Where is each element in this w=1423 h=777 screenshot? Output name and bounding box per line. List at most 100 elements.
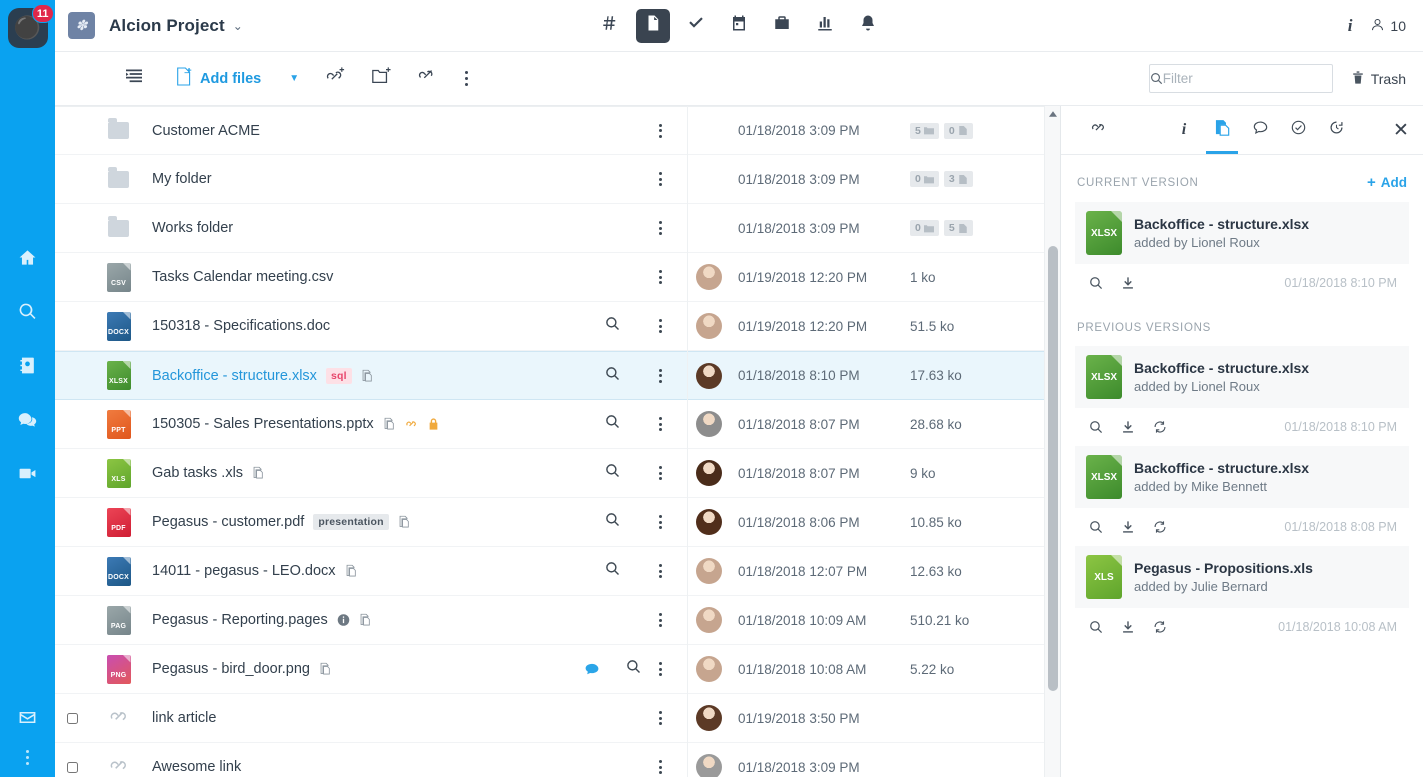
row-more-icon[interactable]	[658, 760, 662, 774]
row-more-icon[interactable]	[658, 172, 662, 186]
row-menu-cell[interactable]	[640, 760, 680, 774]
comment-icon[interactable]	[584, 662, 600, 677]
trash-button[interactable]: Trash	[1351, 70, 1406, 88]
tab-approvals[interactable]	[1279, 106, 1317, 154]
avatar[interactable]	[696, 460, 722, 486]
sidebar-item-video[interactable]	[0, 449, 55, 503]
tab-briefcase[interactable]	[765, 9, 799, 43]
avatar[interactable]	[696, 754, 722, 777]
row-name-cell[interactable]: Backoffice - structure.xlsx sql	[147, 367, 585, 384]
table-row[interactable]: link article 01/19/2018 3:50 PM	[55, 694, 1060, 743]
table-row[interactable]: PDF Pegasus - customer.pdf presentation 01/…	[55, 498, 1060, 547]
avatar[interactable]	[696, 558, 722, 584]
row-name-cell[interactable]: 150318 - Specifications.doc	[147, 318, 585, 334]
avatar[interactable]	[696, 313, 722, 339]
add-folder-button[interactable]	[371, 66, 391, 91]
preview-search-icon[interactable]	[605, 512, 620, 532]
members-count[interactable]: 10	[1370, 17, 1406, 35]
row-more-icon[interactable]	[658, 564, 662, 578]
file-tag[interactable]: sql	[325, 367, 352, 384]
row-name-cell[interactable]: 14011 - pegasus - LEO.docx	[147, 563, 585, 579]
file-name[interactable]: Customer ACME	[152, 123, 260, 139]
preview-search-icon[interactable]	[605, 316, 620, 336]
row-more-icon[interactable]	[658, 662, 662, 676]
file-name[interactable]: Pegasus - bird_door.png	[152, 661, 310, 677]
copy-icon[interactable]	[345, 564, 358, 578]
table-row[interactable]: Works folder 01/18/2018 3:09 PM 0 5	[55, 204, 1060, 253]
file-name[interactable]: Awesome link	[152, 759, 241, 775]
version-card[interactable]: XLS Pegasus - Propositions.xls added by Ju…	[1075, 546, 1409, 646]
row-preview-cell[interactable]	[585, 414, 640, 434]
sidebar-item-chat[interactable]	[0, 395, 55, 449]
row-menu-cell[interactable]	[640, 711, 680, 725]
sidebar-item-search[interactable]	[0, 287, 55, 341]
row-menu-cell[interactable]	[640, 172, 680, 186]
row-more-icon[interactable]	[658, 221, 662, 235]
scrollbar-thumb[interactable]	[1048, 246, 1058, 691]
close-panel-button[interactable]: ✕	[1379, 106, 1423, 154]
table-row[interactable]: Awesome link 01/18/2018 3:09 PM	[55, 743, 1060, 777]
table-row[interactable]: CSV Tasks Calendar meeting.csv 01/19/2018 …	[55, 253, 1060, 302]
row-menu-cell[interactable]	[640, 564, 680, 578]
scroll-up-arrow[interactable]	[1045, 106, 1060, 122]
row-name-cell[interactable]: Pegasus - bird_door.png	[147, 661, 585, 677]
info-icon[interactable]	[337, 613, 350, 627]
table-row[interactable]: XLSX Backoffice - structure.xlsx sql 01/18/…	[55, 351, 1060, 400]
app-logo[interactable]: ⚫ 11	[7, 4, 54, 48]
tab-notifications[interactable]	[851, 9, 885, 43]
avatar[interactable]	[696, 705, 722, 731]
file-name[interactable]: Works folder	[152, 220, 233, 236]
add-files-button[interactable]: Add files	[176, 66, 261, 91]
sidebar-item-mail[interactable]	[0, 696, 55, 744]
row-menu-cell[interactable]	[640, 319, 680, 333]
row-more-icon[interactable]	[658, 515, 662, 529]
row-menu-cell[interactable]	[640, 515, 680, 529]
table-row[interactable]: Customer ACME 01/18/2018 3:09 PM 5 0	[55, 106, 1060, 155]
project-avatar[interactable]: ✽	[68, 12, 95, 39]
table-row[interactable]: PAG Pegasus - Reporting.pages 01/18/2018 1…	[55, 596, 1060, 645]
avatar[interactable]	[696, 362, 722, 389]
file-name[interactable]: Backoffice - structure.xlsx	[152, 368, 317, 384]
file-name[interactable]: 150305 - Sales Presentations.pptx	[152, 416, 374, 432]
row-preview-cell[interactable]	[585, 561, 640, 581]
info-icon[interactable]: i	[1348, 16, 1353, 36]
add-files-dropdown-caret[interactable]: ▼	[289, 73, 299, 84]
restore-icon[interactable]	[1153, 620, 1167, 634]
sidebar-item-home[interactable]	[0, 233, 55, 287]
copy-icon[interactable]	[319, 662, 332, 676]
row-more-icon[interactable]	[658, 270, 662, 284]
row-more-icon[interactable]	[658, 711, 662, 725]
table-row[interactable]: My folder 01/18/2018 3:09 PM 0 3	[55, 155, 1060, 204]
version-card[interactable]: XLSX Backoffice - structure.xlsx added by …	[1075, 346, 1409, 446]
row-menu-cell[interactable]	[640, 368, 680, 383]
avatar[interactable]	[696, 607, 722, 633]
row-more-icon[interactable]	[658, 417, 662, 431]
file-name[interactable]: Pegasus - Reporting.pages	[152, 612, 328, 628]
version-card[interactable]: XLSX Backoffice - structure.xlsx added by …	[1075, 202, 1409, 302]
chevron-down-icon[interactable]: ⌄	[233, 19, 243, 33]
download-icon[interactable]	[1121, 420, 1135, 434]
list-view-button[interactable]	[125, 68, 143, 89]
file-name[interactable]: Pegasus - customer.pdf	[152, 514, 304, 530]
tab-documents[interactable]	[636, 8, 670, 43]
row-preview-cell[interactable]	[585, 463, 640, 483]
tab-info[interactable]: i	[1165, 106, 1203, 154]
copy-icon[interactable]	[359, 613, 372, 627]
download-icon[interactable]	[1121, 276, 1135, 290]
row-menu-cell[interactable]	[640, 417, 680, 431]
preview-icon[interactable]	[1089, 420, 1103, 434]
copy-icon[interactable]	[383, 417, 396, 431]
preview-search-icon[interactable]	[605, 366, 620, 386]
row-name-cell[interactable]: Pegasus - Reporting.pages	[147, 612, 585, 628]
file-name[interactable]: 150318 - Specifications.doc	[152, 318, 330, 334]
file-name[interactable]: Tasks Calendar meeting.csv	[152, 269, 333, 285]
tab-versions[interactable]	[1203, 106, 1241, 154]
row-menu-cell[interactable]	[640, 270, 680, 284]
row-menu-cell[interactable]	[640, 123, 680, 138]
add-version-button[interactable]: + Add	[1367, 175, 1407, 190]
row-checkbox[interactable]	[67, 761, 78, 773]
download-icon[interactable]	[1121, 620, 1135, 634]
row-checkbox[interactable]	[67, 712, 78, 724]
tag-button[interactable]	[417, 66, 437, 91]
row-checkbox-cell[interactable]	[55, 712, 90, 724]
